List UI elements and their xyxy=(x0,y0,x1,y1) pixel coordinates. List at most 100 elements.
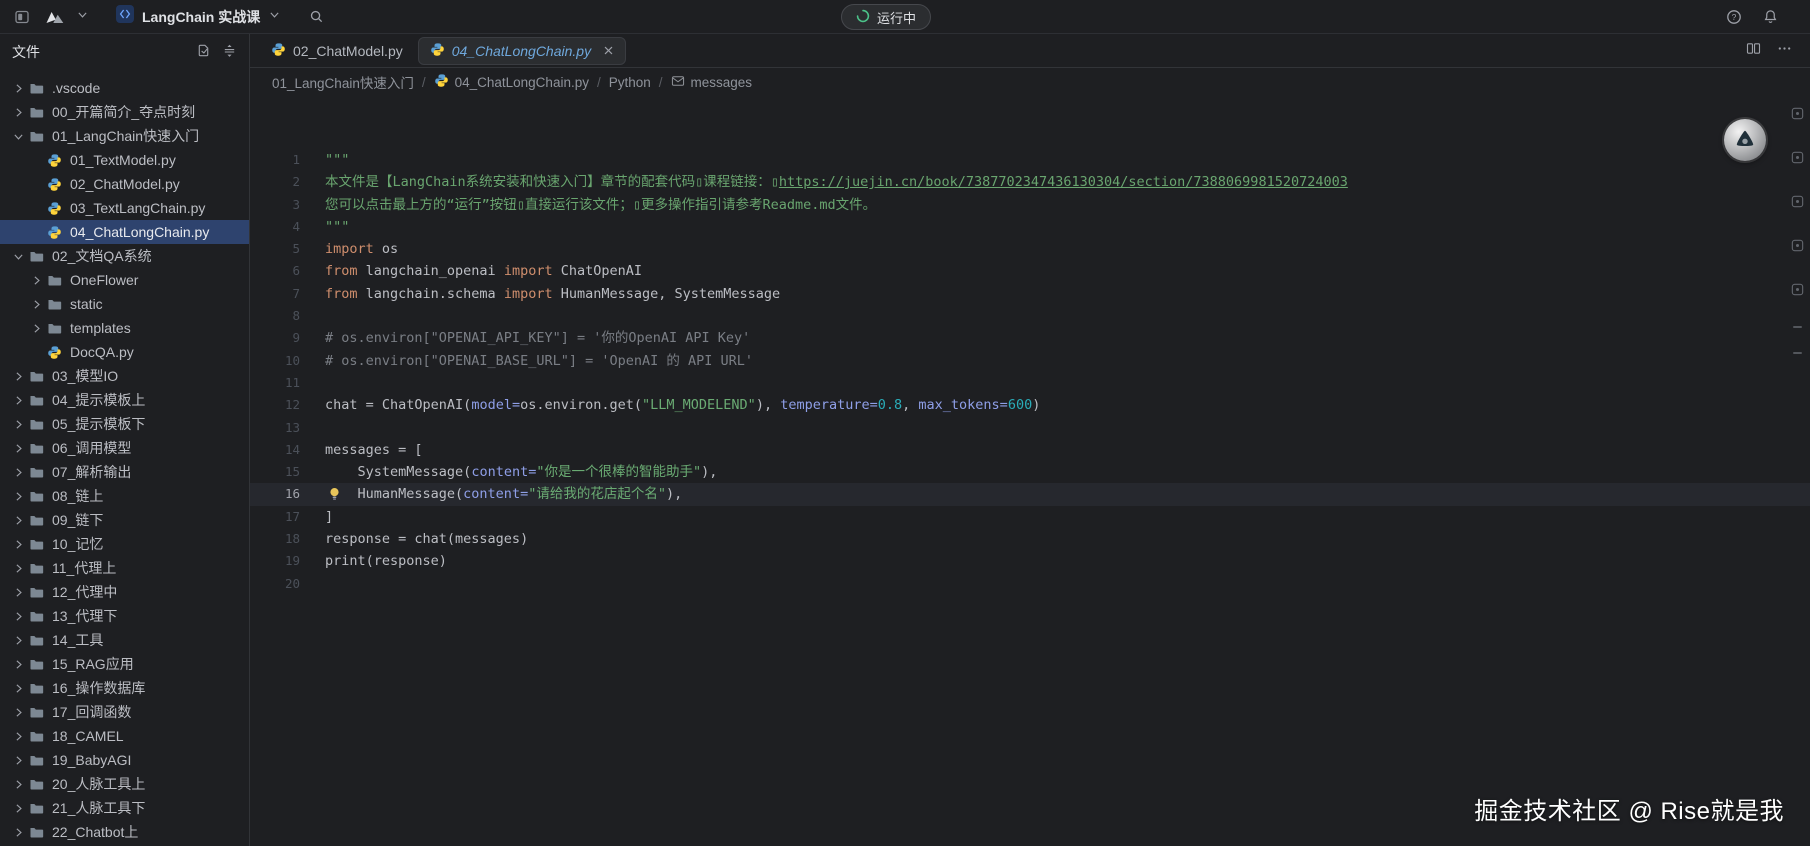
tree-item[interactable]: 17_回调函数 xyxy=(0,700,249,724)
breadcrumb-item[interactable]: 04_ChatLongChain.py xyxy=(434,73,589,91)
code-line[interactable]: 11 xyxy=(250,372,1810,394)
code-line[interactable]: 13 xyxy=(250,417,1810,439)
chevron-down-icon[interactable] xyxy=(76,8,89,26)
chevron-right-icon[interactable] xyxy=(10,826,27,839)
chevron-right-icon[interactable] xyxy=(28,274,45,287)
tool-window-icon[interactable] xyxy=(10,5,34,29)
code-line[interactable]: 1""" xyxy=(250,149,1810,171)
locate-file-icon[interactable] xyxy=(196,43,211,61)
chevron-right-icon[interactable] xyxy=(10,586,27,599)
run-status-button[interactable]: 运行中 xyxy=(841,4,931,30)
tree-item[interactable]: 04_ChatLongChain.py xyxy=(0,220,249,244)
search-icon[interactable] xyxy=(304,5,328,29)
intention-bulb-icon[interactable] xyxy=(328,486,341,502)
chevron-right-icon[interactable] xyxy=(28,298,45,311)
chevron-down-icon[interactable] xyxy=(10,250,27,263)
collapse-all-icon[interactable] xyxy=(222,43,237,61)
code-line[interactable]: 8 xyxy=(250,305,1810,327)
code-line[interactable]: 15 SystemMessage(content="你是一个很棒的智能助手"), xyxy=(250,461,1810,483)
breadcrumb-item[interactable]: messages xyxy=(671,75,753,90)
code-line[interactable]: 17] xyxy=(250,506,1810,528)
chevron-right-icon[interactable] xyxy=(10,754,27,767)
tree-item[interactable]: templates xyxy=(0,316,249,340)
tree-item[interactable]: 00_开篇简介_夺点时刻 xyxy=(0,100,249,124)
tree-item[interactable]: 12_代理中 xyxy=(0,580,249,604)
tree-item[interactable]: 01_LangChain快速入门 xyxy=(0,124,249,148)
tree-item[interactable]: 03_TextLangChain.py xyxy=(0,196,249,220)
code-line[interactable]: 3您可以点击最上方的“运行”按钮▯直接运行该文件；▯更多操作指引请参考Readm… xyxy=(250,194,1810,216)
tab-inactive[interactable]: 02_ChatModel.py xyxy=(260,37,414,65)
chevron-right-icon[interactable] xyxy=(10,538,27,551)
chevron-right-icon[interactable] xyxy=(10,442,27,455)
chevron-right-icon[interactable] xyxy=(10,562,27,575)
tree-item[interactable]: 11_代理上 xyxy=(0,556,249,580)
code-line[interactable]: 20 xyxy=(250,573,1810,595)
code-line[interactable]: 6from langchain_openai import ChatOpenAI xyxy=(250,260,1810,282)
tree-item[interactable]: 02_文档QA系统 xyxy=(0,244,249,268)
code-line[interactable]: 12chat = ChatOpenAI(model=os.environ.get… xyxy=(250,394,1810,416)
tab-active[interactable]: 04_ChatLongChain.py xyxy=(418,37,626,65)
code-line[interactable]: 10# os.environ["OPENAI_BASE_URL"] = 'Ope… xyxy=(250,350,1810,372)
tool-stripe-icon[interactable] xyxy=(1790,238,1805,258)
code-line[interactable]: 2本文件是【LangChain系统安装和快速入门】章节的配套代码▯课程链接：▯h… xyxy=(250,171,1810,193)
chevron-right-icon[interactable] xyxy=(10,82,27,95)
chevron-right-icon[interactable] xyxy=(10,418,27,431)
tree-item[interactable]: 03_模型IO xyxy=(0,364,249,388)
code-line[interactable]: 19print(response) xyxy=(250,550,1810,572)
chevron-right-icon[interactable] xyxy=(10,634,27,647)
chevron-right-icon[interactable] xyxy=(10,730,27,743)
ide-logo-icon[interactable] xyxy=(43,5,67,29)
tree-item[interactable]: .vscode xyxy=(0,76,249,100)
tree-item[interactable]: 15_RAG应用 xyxy=(0,652,249,676)
breadcrumb-item[interactable]: Python xyxy=(609,75,651,90)
tree-item[interactable]: static xyxy=(0,292,249,316)
tool-stripe-icon[interactable] xyxy=(1790,150,1805,170)
tool-stripe-icon[interactable] xyxy=(1790,106,1805,126)
tree-item[interactable]: 14_工具 xyxy=(0,628,249,652)
tree-item[interactable]: OneFlower xyxy=(0,268,249,292)
code-line[interactable]: 16 HumanMessage(content="请给我的花店起个名"), xyxy=(250,483,1810,505)
tree-item[interactable]: 13_代理下 xyxy=(0,604,249,628)
chevron-right-icon[interactable] xyxy=(10,706,27,719)
tree-item[interactable]: 16_操作数据库 xyxy=(0,676,249,700)
chevron-right-icon[interactable] xyxy=(10,682,27,695)
tree-item[interactable]: 22_Chatbot上 xyxy=(0,820,249,844)
chevron-right-icon[interactable] xyxy=(10,802,27,815)
close-icon[interactable] xyxy=(603,45,614,56)
code-line[interactable]: 5import os xyxy=(250,238,1810,260)
chevron-right-icon[interactable] xyxy=(10,106,27,119)
code-line[interactable]: 4""" xyxy=(250,216,1810,238)
chevron-right-icon[interactable] xyxy=(10,514,27,527)
chevron-right-icon[interactable] xyxy=(10,778,27,791)
code-line[interactable]: 18response = chat(messages) xyxy=(250,528,1810,550)
tree-item[interactable]: DocQA.py xyxy=(0,340,249,364)
tree-item[interactable]: 20_人脉工具上 xyxy=(0,772,249,796)
chevron-right-icon[interactable] xyxy=(10,658,27,671)
tree-item[interactable]: 18_CAMEL xyxy=(0,724,249,748)
tree-item[interactable]: 05_提示模板下 xyxy=(0,412,249,436)
chevron-right-icon[interactable] xyxy=(10,610,27,623)
tool-stripe-icon[interactable] xyxy=(1790,282,1805,302)
tree-item[interactable]: 01_TextModel.py xyxy=(0,148,249,172)
tree-item[interactable]: 07_解析输出 xyxy=(0,460,249,484)
code-line[interactable]: 7from langchain.schema import HumanMessa… xyxy=(250,283,1810,305)
chevron-right-icon[interactable] xyxy=(10,466,27,479)
split-editor-icon[interactable] xyxy=(1746,41,1761,61)
chevron-right-icon[interactable] xyxy=(10,370,27,383)
tool-stripe-icon[interactable] xyxy=(1790,194,1805,214)
code-line[interactable]: 9# os.environ["OPENAI_API_KEY"] = '你的Ope… xyxy=(250,327,1810,349)
tree-item[interactable]: 10_记忆 xyxy=(0,532,249,556)
chevron-right-icon[interactable] xyxy=(28,322,45,335)
chevron-right-icon[interactable] xyxy=(10,490,27,503)
chevron-down-icon[interactable] xyxy=(10,130,27,143)
tree-item[interactable]: 09_链下 xyxy=(0,508,249,532)
tree-item[interactable]: 04_提示模板上 xyxy=(0,388,249,412)
chevron-right-icon[interactable] xyxy=(10,394,27,407)
tree-item[interactable]: 02_ChatModel.py xyxy=(0,172,249,196)
notifications-bell-icon[interactable] xyxy=(1758,5,1782,29)
project-selector[interactable]: LangChain 实战课 xyxy=(116,5,281,28)
help-icon[interactable]: ? xyxy=(1722,5,1746,29)
breadcrumb-item[interactable]: 01_LangChain快速入门 xyxy=(272,72,414,92)
tree-item[interactable]: 21_人脉工具下 xyxy=(0,796,249,820)
tree-item[interactable]: 06_调用模型 xyxy=(0,436,249,460)
